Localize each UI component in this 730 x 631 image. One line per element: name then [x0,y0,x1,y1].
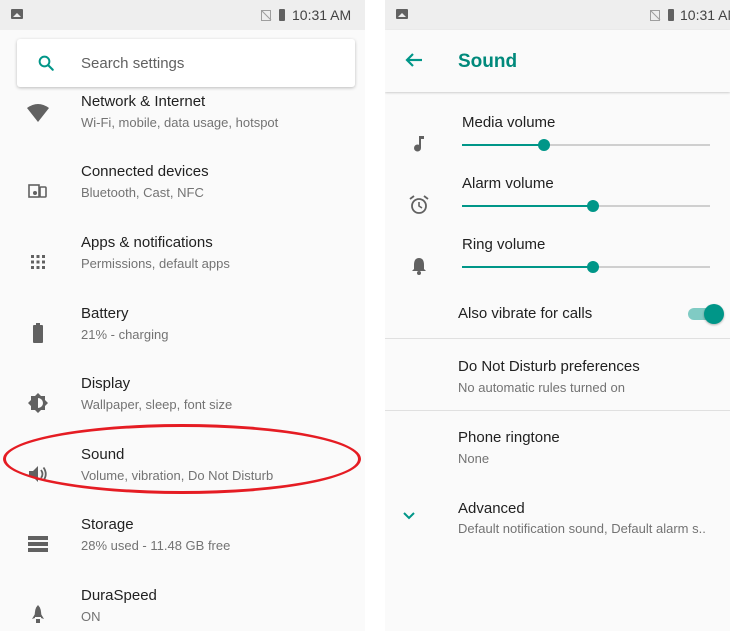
status-bar: 10:31 AM [385,0,730,30]
vibrate-toggle[interactable] [688,304,724,324]
phone-ringtone-row[interactable]: Phone ringtone None [385,421,730,477]
chevron-down-icon [403,512,415,520]
slider-thumb[interactable] [537,139,550,151]
status-time: 10:31 AM [292,7,352,23]
image-notification-icon [396,9,408,19]
devices-icon [26,179,50,203]
divider [385,410,730,411]
settings-item-subtitle: 21% - charging [81,327,169,342]
search-icon [38,55,54,71]
media-volume-slider[interactable] [462,139,710,151]
settings-item-subtitle: Bluetooth, Cast, NFC [81,185,204,200]
settings-item-duraspeed[interactable]: DuraSpeed ON [0,587,365,631]
slider-fill [462,144,544,146]
settings-screen: 10:31 AM Search settings Network & Inter… [0,0,365,631]
ring-volume-slider[interactable] [462,261,710,273]
music-note-icon [407,132,431,156]
dnd-preferences-row[interactable]: Do Not Disturb preferences No automatic … [385,350,730,406]
no-sim-icon [261,10,271,21]
sound-settings-screen: 10:31 AM Sound Media volume Alarm volume [385,0,730,631]
wifi-icon [26,101,50,125]
settings-item-subtitle: Permissions, default apps [81,256,230,271]
apps-icon [26,250,50,274]
ringtone-title: Phone ringtone [458,429,560,446]
settings-item-network[interactable]: Network & Internet Wi-Fi, mobile, data u… [0,93,365,163]
settings-item-apps[interactable]: Apps & notifications Permissions, defaul… [0,234,365,304]
settings-item-title: Network & Internet [81,93,206,110]
slider-thumb[interactable] [587,261,600,273]
divider [385,338,730,339]
brightness-icon [26,391,50,415]
settings-item-battery[interactable]: Battery 21% - charging [0,305,365,375]
settings-item-subtitle: Wallpaper, sleep, font size [81,397,233,412]
vibrate-label: Also vibrate for calls [458,305,593,322]
storage-icon [26,532,50,556]
settings-item-title: Connected devices [81,163,209,180]
alarm-volume-slider[interactable] [462,200,710,212]
slider-fill [462,205,594,207]
ringtone-subtitle: None [458,451,490,466]
battery-icon [26,321,50,345]
alarm-icon [407,193,431,217]
advanced-row[interactable]: Advanced Default notification sound, Def… [385,492,730,548]
slider-fill [462,266,594,268]
search-settings-bar[interactable]: Search settings [17,39,355,87]
rocket-icon [26,603,50,627]
settings-item-subtitle: ON [81,609,101,624]
volume-label: Alarm volume [462,175,554,192]
settings-item-connected-devices[interactable]: Connected devices Bluetooth, Cast, NFC [0,163,365,233]
settings-item-title: Storage [81,516,134,533]
settings-item-title: Battery [81,305,129,322]
battery-status-icon [668,9,674,21]
no-sim-icon [650,10,660,21]
settings-item-title: Display [81,375,131,392]
settings-item-title: Apps & notifications [81,234,213,251]
slider-thumb[interactable] [587,200,600,212]
sound-highlight-annotation [3,424,361,494]
image-notification-icon [11,9,23,19]
battery-status-icon [279,9,285,21]
volume-label: Ring volume [462,236,546,253]
media-volume-row: Media volume [385,114,730,170]
dnd-subtitle: No automatic rules turned on [458,380,625,395]
alarm-volume-row: Alarm volume [385,175,730,231]
toggle-thumb [704,304,724,324]
status-time: 10:31 AM [680,7,730,23]
bell-icon [407,254,431,278]
volume-label: Media volume [462,114,556,131]
ring-volume-row: Ring volume [385,236,730,292]
settings-item-storage[interactable]: Storage 28% used - 11.48 GB free [0,516,365,586]
back-arrow-icon[interactable] [405,52,423,68]
settings-item-subtitle: Wi-Fi, mobile, data usage, hotspot [81,115,279,130]
page-title: Sound [458,51,518,72]
settings-item-subtitle: 28% used - 11.48 GB free [81,538,231,553]
advanced-title: Advanced [458,500,525,517]
status-bar: 10:31 AM [0,0,365,30]
dnd-title: Do Not Disturb preferences [458,358,640,375]
app-bar: Sound [385,30,730,92]
search-placeholder: Search settings [81,55,185,72]
advanced-subtitle: Default notification sound, Default alar… [458,521,706,536]
settings-item-title: DuraSpeed [81,587,157,604]
